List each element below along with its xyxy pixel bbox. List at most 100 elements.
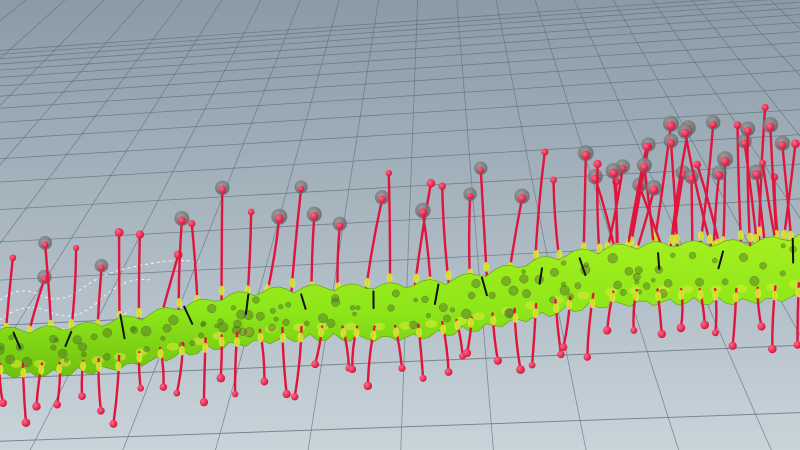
surface-bump	[574, 282, 582, 290]
tentacle-bulb	[516, 365, 525, 374]
tentacle-bulb	[290, 392, 299, 401]
surface-bump	[78, 342, 88, 352]
surface-bump	[304, 320, 310, 327]
surface-bump	[607, 253, 618, 264]
tentacle-bulb	[298, 185, 305, 192]
tentacle-bulb	[559, 343, 568, 351]
tentacle-bulb	[676, 323, 686, 333]
surface-bump	[198, 332, 205, 339]
surface-bump	[521, 269, 526, 274]
surface-bump	[461, 308, 472, 319]
surface-bump	[72, 335, 82, 345]
surface-bump	[619, 288, 627, 296]
tentacle-bulb	[693, 160, 702, 169]
tentacle-bulb	[630, 326, 638, 334]
surface-bump	[780, 243, 786, 249]
tentacle-bulb	[53, 400, 62, 409]
surface-bump	[318, 313, 328, 324]
surface-bump	[8, 334, 15, 341]
tentacle-bulb	[715, 170, 724, 179]
surface-bump	[5, 354, 16, 365]
surface-bump	[255, 311, 265, 321]
surface-bump	[634, 279, 640, 285]
surface-bump	[549, 268, 559, 277]
surface-bump	[438, 302, 448, 313]
tentacle-bulb	[766, 122, 775, 132]
tentacle-bulb	[109, 419, 118, 428]
surface-bump	[214, 323, 219, 329]
tentacle-bulb	[137, 384, 145, 392]
tentacle-bulb	[700, 320, 710, 330]
tentacle-bulb	[32, 402, 41, 411]
surface-bump	[81, 351, 87, 358]
surface-bump	[721, 278, 729, 286]
surface-bump	[90, 333, 98, 341]
surface-bump	[160, 335, 166, 341]
surface-bump	[613, 280, 622, 290]
tentacle-bulb	[9, 254, 17, 262]
tentacle-bulb	[72, 244, 80, 251]
surface-bump	[50, 344, 57, 351]
tentacle-bulb	[462, 348, 472, 358]
surface-bump	[663, 278, 673, 288]
surface-bump	[688, 251, 697, 260]
tentacle-bulb	[398, 364, 406, 372]
tentacle-bulb	[752, 169, 762, 179]
surface-bump	[168, 314, 179, 326]
tentacle-bulb	[466, 192, 474, 200]
surface-bump	[711, 257, 718, 264]
tentacle-bulb	[583, 353, 592, 361]
surface-bump	[355, 305, 361, 311]
tentacle-bulb	[378, 195, 386, 204]
tentacle-bulb	[667, 139, 675, 147]
surface-bump	[642, 282, 651, 290]
surface-bump	[634, 266, 643, 275]
surface-bump	[269, 307, 276, 314]
tentacle-bulb	[711, 329, 719, 337]
surface-bump	[519, 274, 529, 284]
surface-bump	[695, 277, 704, 287]
surface-bump	[488, 291, 496, 300]
surface-bump	[738, 253, 749, 263]
tentacle-bulb	[231, 390, 239, 398]
tentacle-bulb	[640, 163, 649, 172]
tentacle-bulb	[593, 159, 602, 169]
surface-bump	[140, 325, 152, 337]
tentacle-bulb	[517, 194, 527, 203]
tentacle-bulb	[681, 128, 690, 138]
surface-bump	[467, 291, 476, 300]
tentacle-bulb	[649, 185, 659, 195]
tentacle-bulb	[743, 126, 752, 135]
surface-bump	[326, 318, 336, 328]
surface-bump	[143, 346, 150, 353]
surface-bump	[273, 316, 279, 322]
tentacle-bulb	[199, 398, 209, 407]
tentacle-bulb	[778, 141, 787, 150]
tentacle-bulb	[173, 389, 181, 397]
3d-viewport[interactable]	[0, 0, 800, 450]
surface-bump	[233, 319, 242, 329]
tentacle-bulb	[541, 148, 549, 156]
surface-bump	[391, 289, 400, 298]
surface-bump	[501, 276, 512, 287]
tentacle-bulb	[493, 356, 502, 365]
surface-bump	[349, 305, 356, 311]
tentacle-bulb	[216, 373, 226, 383]
tentacle-bulb	[41, 241, 49, 249]
surface-bump	[425, 312, 432, 319]
surface-bump	[0, 343, 5, 350]
tentacle-bulb	[581, 150, 591, 160]
tentacle-bulb	[709, 120, 717, 129]
tentacle-bulb	[310, 212, 319, 221]
scene-canvas[interactable]	[0, 0, 800, 450]
surface-bump	[624, 266, 634, 276]
surface-bump	[508, 285, 519, 296]
surface-bump	[130, 326, 138, 334]
tentacle-bulb	[78, 392, 86, 401]
tentacle-bulb	[282, 389, 291, 399]
tentacle-bulb	[757, 322, 766, 331]
surface-bump	[449, 307, 456, 313]
surface-bump	[218, 322, 229, 333]
tentacle-bulb	[419, 374, 427, 382]
surface-bump	[244, 327, 255, 338]
